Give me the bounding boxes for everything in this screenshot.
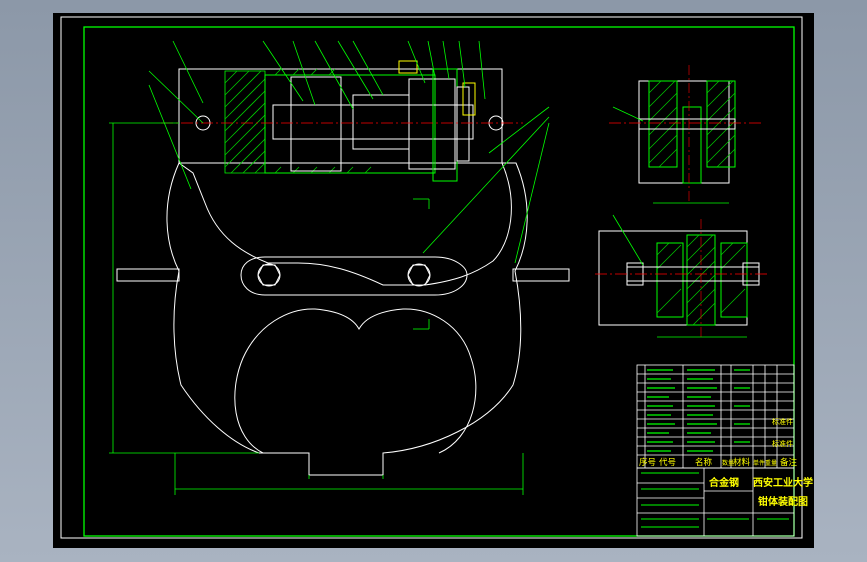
left-handle [116, 268, 180, 282]
header-cell-6: 单件重量 [753, 459, 777, 467]
material-label: 合金钢 [708, 476, 739, 489]
link-nut-left [257, 264, 281, 286]
parts-list-entries [647, 369, 750, 452]
hatched-section-left [224, 70, 266, 174]
main-view [109, 40, 570, 495]
parts-list [636, 364, 795, 469]
piston-head [290, 76, 342, 172]
center-web [682, 106, 702, 184]
header-cell-2: 代号 [659, 457, 676, 468]
end-flange [432, 68, 458, 182]
bolt-top [398, 60, 418, 74]
lower-left-block [656, 242, 684, 318]
title-block-text: 合金钢 西安工业大学 钳体装配图 [708, 476, 813, 508]
assembly-drawing: 序号 代号 名称 数量 材料 单件重量 备注 标准件 标准件 合金钢 西安工业大… [60, 16, 813, 539]
jaw-cutout [234, 308, 477, 454]
side-view-upper [609, 65, 763, 204]
header-cell-5: 材料 [733, 457, 751, 468]
left-plate-hatched [648, 80, 678, 168]
university-name: 西安工业大学 [753, 476, 813, 489]
cylinder-hatch [274, 68, 372, 174]
jaw-body-outline [166, 162, 528, 476]
header-cell-3: 名称 [695, 457, 713, 468]
drawing-title: 钳体装配图 [758, 495, 808, 508]
upper-bolt [638, 118, 736, 130]
rod-collar [352, 94, 410, 150]
cad-viewport[interactable]: 序号 代号 名称 数量 材料 单件重量 备注 标准件 标准件 合金钢 西安工业大… [53, 13, 814, 548]
link-nut-right [407, 264, 431, 286]
piston-rod [272, 104, 474, 140]
outer-border [60, 16, 803, 539]
end-cap [408, 78, 456, 170]
remark-standard-part-2: 标准件 [772, 439, 793, 448]
parts-list-header: 序号 代号 名称 数量 材料 单件重量 备注 [639, 457, 798, 468]
right-plate-hatched [706, 80, 736, 168]
side-view-lower [595, 214, 769, 339]
header-cell-1: 序号 [639, 457, 656, 468]
remarks: 标准件 标准件 [772, 417, 793, 448]
leader-lines [148, 40, 550, 330]
remark-standard-part-1: 标准件 [772, 417, 793, 426]
header-cell-8: 备注 [780, 457, 798, 468]
right-handle [512, 268, 570, 282]
